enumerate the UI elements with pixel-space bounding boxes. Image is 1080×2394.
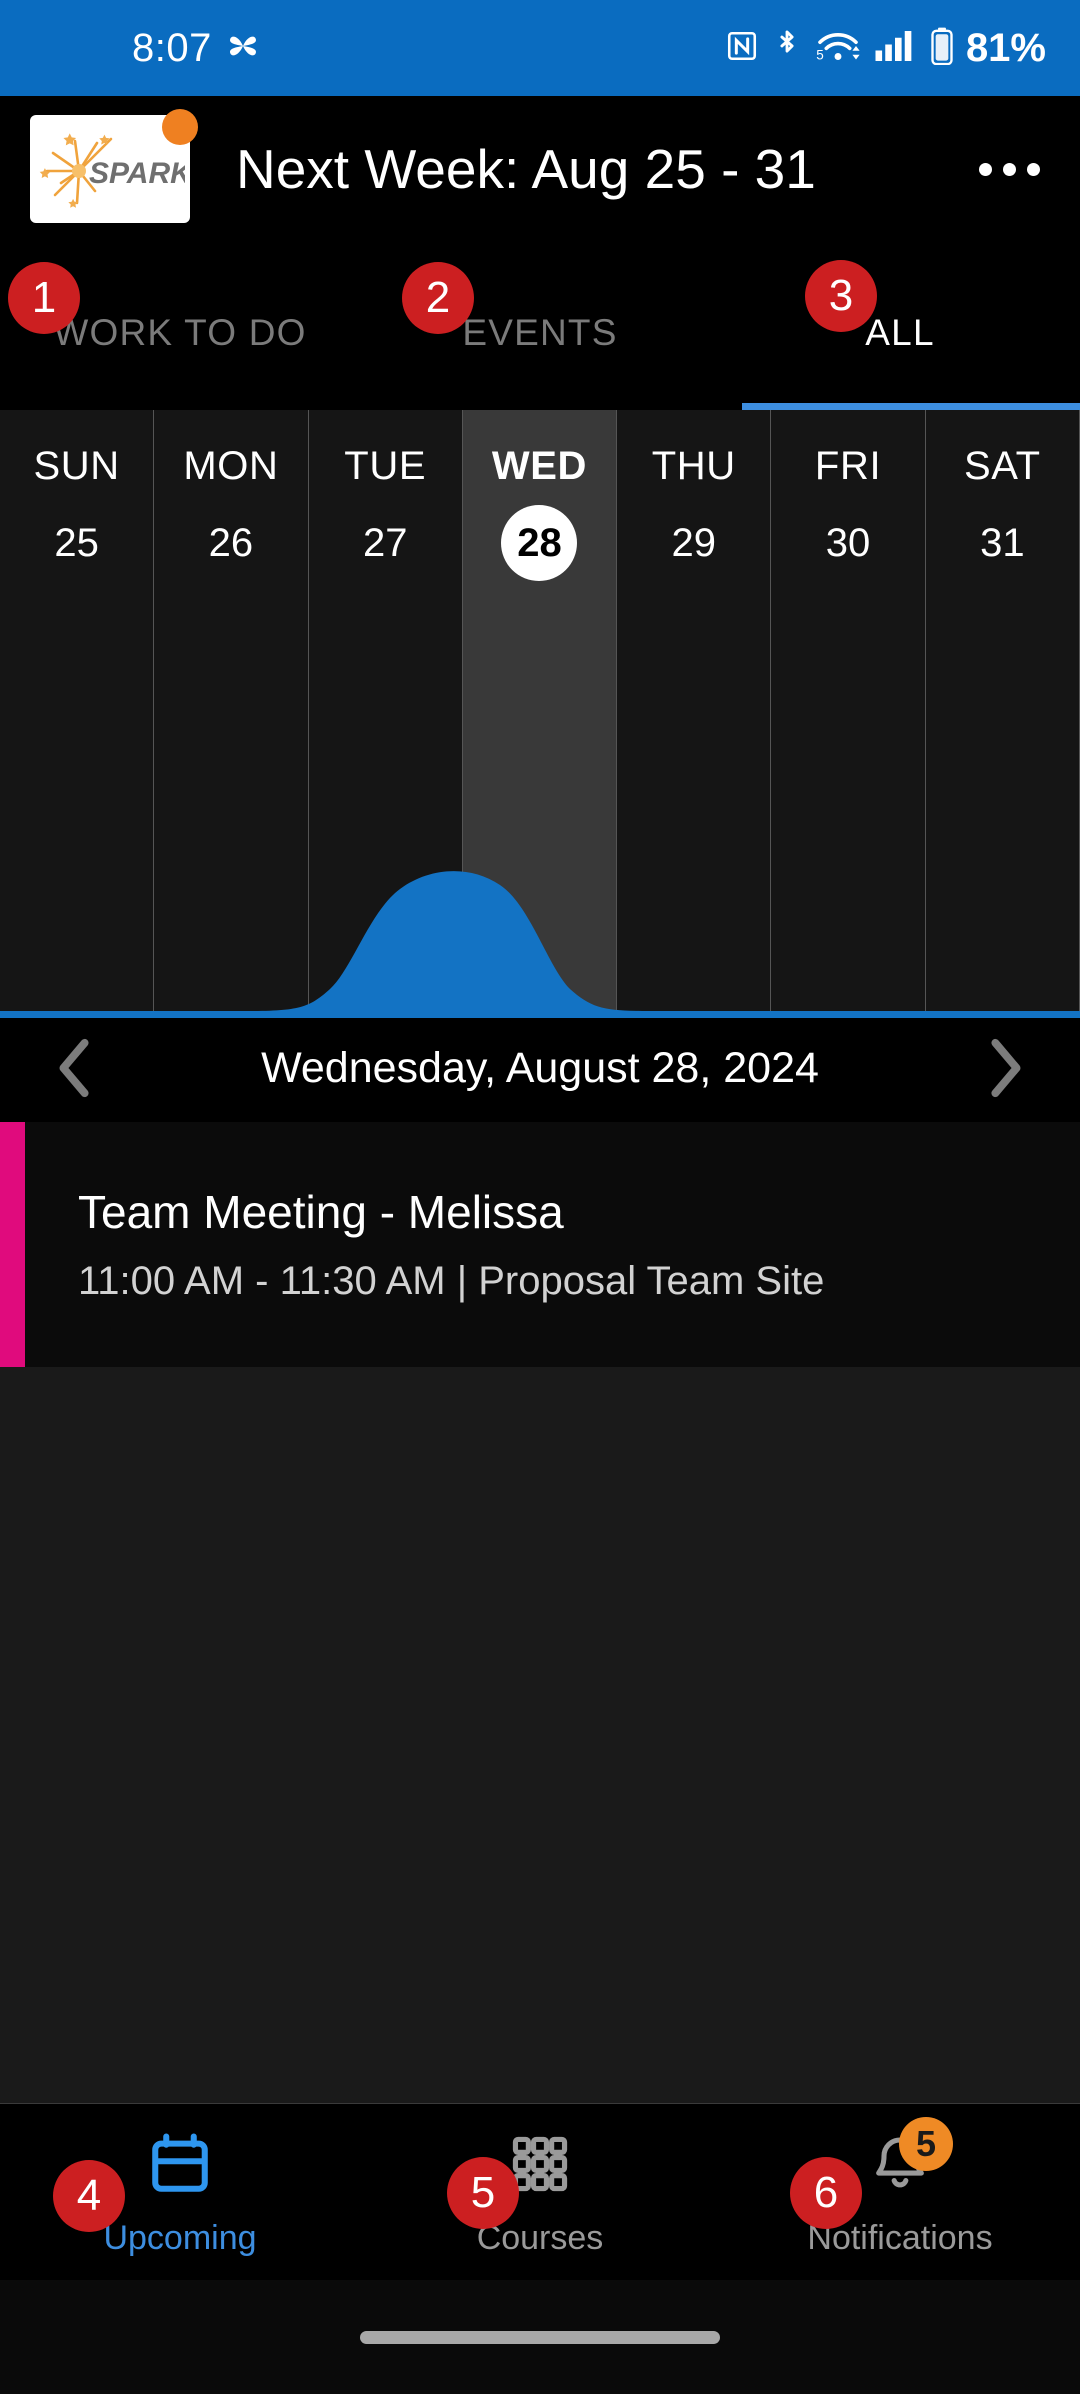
- wifi-icon: 5: [815, 28, 861, 69]
- day-column-tue[interactable]: TUE 27: [309, 410, 463, 1011]
- bell-icon: 5: [863, 2116, 953, 2201]
- calendar-icon: [143, 2127, 217, 2201]
- day-number: 29: [671, 520, 717, 565]
- tab-all[interactable]: ALL: [720, 242, 1080, 410]
- day-of-week-label: SUN: [33, 444, 120, 488]
- tab-events[interactable]: EVENTS: [360, 242, 720, 410]
- annotation-marker-6: 6: [790, 2157, 862, 2229]
- day-column-sun[interactable]: SUN 25: [0, 410, 155, 1011]
- page-title: Next Week: Aug 25 - 31: [236, 138, 816, 200]
- notification-badge: 5: [899, 2116, 953, 2171]
- day-column-sat[interactable]: SAT 31: [926, 410, 1080, 1011]
- event-title: Team Meeting - Melissa: [78, 1186, 564, 1238]
- annotation-marker-2: 2: [402, 262, 474, 334]
- day-column-wed[interactable]: WED 28: [462, 410, 618, 1011]
- selected-date-label: Wednesday, August 28, 2024: [261, 1043, 819, 1092]
- nav-item-notifications[interactable]: 5 Notifications: [720, 2104, 1080, 2280]
- day-number: 30: [825, 520, 871, 565]
- status-bar: 8:07 5 81%: [0, 0, 1080, 96]
- overflow-dot: [1002, 162, 1016, 176]
- butterfly-icon: [226, 29, 260, 68]
- chevron-left-icon[interactable]: [30, 1023, 120, 1113]
- event-list-empty-area: [0, 1367, 1080, 2167]
- overflow-dot: [1026, 162, 1040, 176]
- week-strip: SUN 25 MON 26 TUE 27 WED 28 THU 29 FRI 3…: [0, 410, 1080, 1018]
- date-navigator: Wednesday, August 28, 2024: [0, 1018, 1080, 1118]
- day-of-week-label: TUE: [344, 444, 427, 488]
- status-bar-left: 8:07: [132, 26, 260, 71]
- tab-bar: WORK TO DO EVENTS ALL: [0, 242, 1080, 410]
- svg-text:SPARK: SPARK: [89, 157, 185, 190]
- home-indicator[interactable]: [360, 2330, 720, 2344]
- day-number: 31: [980, 520, 1025, 565]
- status-bar-right: 5 81%: [725, 26, 1046, 71]
- annotation-marker-5: 5: [447, 2157, 519, 2229]
- day-of-week-label: WED: [491, 444, 588, 488]
- overflow-dot: [978, 162, 992, 176]
- day-of-week-label: THU: [651, 444, 736, 488]
- event-details: 11:00 AM - 11:30 AM | Proposal Team Site: [78, 1259, 825, 1303]
- signal-icon: [874, 29, 916, 68]
- event-color-accent: [0, 1122, 25, 1367]
- day-column-fri[interactable]: FRI 30: [771, 410, 926, 1011]
- bluetooth-icon: [772, 28, 802, 69]
- tab-label: WORK TO DO: [53, 312, 307, 353]
- day-of-week-label: FRI: [814, 444, 882, 488]
- event-list-item[interactable]: Team Meeting - Melissa 11:00 AM - 11:30 …: [0, 1122, 1080, 1367]
- app-logo[interactable]: SPARK: [30, 109, 198, 223]
- app-header: SPARK Next Week: Aug 25 - 31: [0, 96, 1080, 242]
- tab-active-indicator: [742, 403, 1080, 410]
- overflow-menu-icon[interactable]: [974, 134, 1044, 204]
- logo-notification-dot: [162, 109, 198, 145]
- day-number: 26: [208, 520, 254, 565]
- svg-text:5: 5: [816, 47, 824, 62]
- day-number-selected: 28: [501, 505, 578, 581]
- system-home-bar: [0, 2280, 1080, 2394]
- annotation-marker-4: 4: [53, 2160, 125, 2232]
- nav-label: Upcoming: [103, 2218, 257, 2257]
- day-column-thu[interactable]: THU 29: [617, 410, 772, 1011]
- annotation-marker-3: 3: [805, 260, 877, 332]
- chevron-right-icon[interactable]: [960, 1023, 1050, 1113]
- day-number: 25: [54, 520, 99, 565]
- event-content: Team Meeting - Melissa 11:00 AM - 11:30 …: [25, 1122, 1080, 1367]
- battery-icon: [929, 27, 955, 70]
- day-column-mon[interactable]: MON 26: [154, 410, 309, 1011]
- day-of-week-label: SAT: [964, 444, 1041, 488]
- app-screen: 8:07 5 81% SPARK Next Week: Aug 25 - 31 …: [0, 0, 1080, 2394]
- bottom-navigation-bar: Upcoming Courses 5 Notifications: [0, 2103, 1080, 2280]
- status-clock: 8:07: [132, 25, 212, 70]
- tab-label: EVENTS: [462, 312, 618, 353]
- tab-label: ALL: [865, 312, 935, 353]
- day-number: 27: [362, 520, 408, 565]
- nfc-icon: [725, 29, 759, 68]
- battery-percent: 81%: [965, 25, 1046, 70]
- annotation-marker-1: 1: [8, 262, 80, 334]
- day-of-week-label: MON: [183, 444, 279, 488]
- nav-item-courses[interactable]: Courses: [360, 2104, 720, 2280]
